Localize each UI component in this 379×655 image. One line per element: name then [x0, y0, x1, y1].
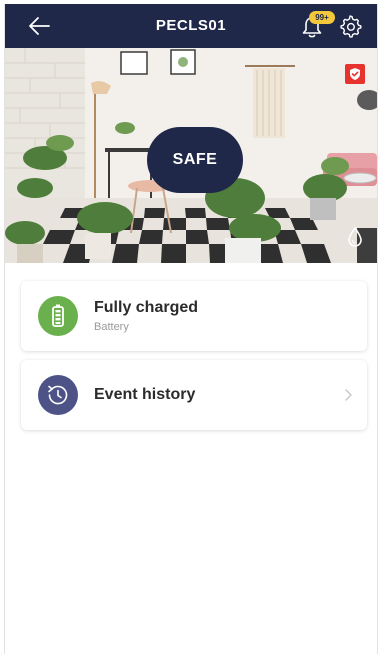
event-history-title: Event history — [94, 386, 196, 403]
battery-status-title: Fully charged — [94, 299, 199, 316]
battery-status-card: Fully charged Battery — [21, 281, 367, 351]
chevron-right-icon — [343, 388, 353, 402]
event-history-card[interactable]: Event history — [21, 360, 367, 430]
water-drop-icon[interactable] — [347, 226, 363, 248]
battery-status-subtitle: Battery — [94, 321, 129, 333]
gear-icon[interactable] — [338, 15, 362, 39]
top-bar: PECLS01 99+ — [5, 4, 377, 48]
safe-status-badge[interactable]: SAFE — [147, 127, 243, 193]
battery-icon — [38, 296, 78, 336]
app-screen: PECLS01 99+ SAFE Fully charged Battery E… — [4, 4, 378, 654]
notification-count-badge: 99+ — [309, 11, 335, 24]
camera-view: SAFE — [5, 48, 377, 263]
history-clock-icon — [38, 375, 78, 415]
shield-check-icon[interactable] — [345, 64, 365, 84]
